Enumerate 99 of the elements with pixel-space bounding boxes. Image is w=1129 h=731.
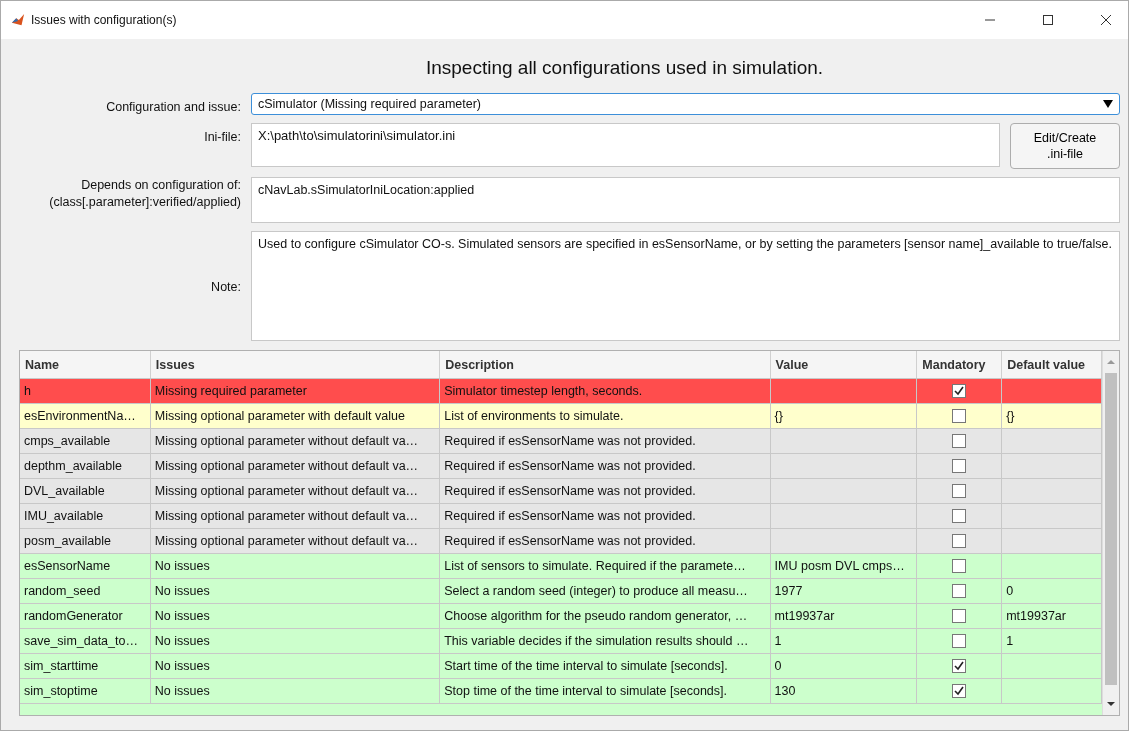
mandatory-checkbox[interactable] (952, 534, 967, 549)
column-header[interactable]: Value (770, 351, 918, 379)
vertical-scrollbar[interactable] (1102, 351, 1119, 716)
mandatory-checkbox[interactable] (952, 434, 967, 449)
table-cell: No issues (150, 554, 441, 579)
table-cell: mt19937ar (774, 609, 835, 624)
note-field[interactable]: Used to configure cSimulator CO-s. Simulated sensors are specified in esSensorName, or by setting the parameters [sensor name]_available to true/false. (251, 231, 1120, 342)
table-row[interactable]: esEnvironmentNa… Missing optional parameter with default value List of environments to simulate. {} {} (20, 404, 1102, 430)
table-row[interactable]: h Missing required parameter Simulator timestep length, seconds. (20, 379, 1102, 405)
mandatory-checkbox[interactable] (952, 384, 967, 399)
table-cell: esEnvironmentNa… (20, 404, 151, 429)
table-cell: mt19937ar (1006, 609, 1066, 624)
mandatory-checkbox[interactable] (952, 484, 967, 499)
app-logo-icon (11, 13, 25, 27)
table-row[interactable]: randomGenerator No issues Choose algorithm for the pseudo random generator, … mt19937ar mt19937ar (20, 604, 1102, 630)
mandatory-checkbox[interactable] (952, 459, 967, 474)
table-cell: IMU_available (20, 504, 151, 529)
column-header[interactable]: Issues (150, 351, 441, 379)
table-cell: cmps_available (20, 429, 151, 454)
table-row[interactable]: cmps_available Missing optional parameter without default va… Required if esSensorName was not provided. (20, 429, 1102, 455)
edit-create-button[interactable]: Edit/Create .ini-file (1010, 123, 1120, 170)
table-cell: Missing optional parameter with default value (150, 404, 441, 429)
table-row[interactable]: sim_starttime No issues Start time of the time interval to simulate [seconds]. 0 (20, 654, 1102, 680)
field-label: Ini-file: (203, 129, 241, 146)
mandatory-checkbox[interactable] (952, 609, 967, 624)
table-cell: random_seed (20, 579, 151, 604)
table-cell: Missing required parameter (150, 379, 441, 404)
table-cell: 1 (774, 634, 782, 649)
table-row[interactable]: sim_stoptime No issues Stop time of the time interval to simulate [seconds]. 130 (20, 679, 1102, 705)
table-cell: save_sim_data_to… (20, 629, 151, 654)
table-cell: Missing optional parameter without default va… (150, 529, 441, 554)
table-cell: Missing optional parameter without default va… (150, 479, 441, 504)
table-cell: Required if esSensorName was not provided. (440, 429, 771, 454)
ini-file-field[interactable]: X:\path\to\simulatorini\simulator.ini (251, 123, 1000, 168)
mandatory-checkbox[interactable] (952, 559, 967, 574)
field-label: Note: (210, 279, 241, 296)
table-cell: Choose algorithm for the pseudo random generator, … (440, 604, 771, 629)
table-cell: No issues (150, 679, 441, 704)
table-cell: Select a random seed (integer) to produce all measu… (440, 579, 771, 604)
table-cell: Start time of the time interval to simulate [seconds]. (440, 654, 771, 679)
table-cell: 1 (1006, 634, 1014, 649)
table-cell: Required if esSensorName was not provided. (440, 479, 771, 504)
table-cell: sim_starttime (20, 654, 151, 679)
table-cell: Missing optional parameter without default va… (150, 429, 441, 454)
table-cell: 130 (774, 684, 796, 699)
maximize-icon[interactable] (1042, 14, 1054, 26)
table-cell: {} (774, 409, 783, 424)
table-row[interactable]: depthm_available Missing optional parameter without default va… Required if esSensorName was not provided. (20, 454, 1102, 480)
table-cell: Stop time of the time interval to simulate [seconds]. (440, 679, 771, 704)
column-header[interactable]: Description (440, 351, 771, 379)
table-cell: No issues (150, 579, 441, 604)
mandatory-checkbox[interactable] (952, 684, 967, 699)
dialog-heading: Inspecting all configurations used in simulation. (424, 56, 825, 80)
table-cell: 0 (1006, 584, 1014, 599)
table-cell: 1977 (774, 584, 803, 599)
table-cell: No issues (150, 654, 441, 679)
table-cell: Simulator timestep length, seconds. (440, 379, 771, 404)
table-cell: sim_stoptime (20, 679, 151, 704)
field-label: Depends on configuration of: (class[.parameter]:verified/applied) (48, 177, 241, 210)
table-row[interactable]: esSensorName No issues List of sensors to simulate. Required if the paramete… IMU posm DVL cmps… (20, 554, 1102, 580)
mandatory-checkbox[interactable] (952, 659, 967, 674)
table-cell: This variable decides if the simulation results should … (440, 629, 771, 654)
mandatory-checkbox[interactable] (952, 409, 967, 424)
column-header[interactable]: Mandatory (917, 351, 1003, 379)
table-cell: h (20, 379, 151, 404)
table-row[interactable]: random_seed No issues Select a random seed (integer) to produce all measu… 1977 0 (20, 579, 1102, 605)
table-row[interactable]: posm_available Missing optional parameter without default va… Required if esSensorName was not provided. (20, 529, 1102, 555)
table-cell: randomGenerator (20, 604, 151, 629)
table-cell: Missing optional parameter without default va… (150, 504, 441, 529)
table-cell: Required if esSensorName was not provided. (440, 454, 771, 479)
close-icon[interactable] (1100, 14, 1112, 26)
table-cell: Missing optional parameter without default va… (150, 454, 441, 479)
mandatory-checkbox[interactable] (952, 509, 967, 524)
table-cell: {} (1006, 409, 1015, 424)
scroll-up-icon[interactable] (1106, 359, 1116, 366)
table-cell: Required if esSensorName was not provided. (440, 529, 771, 554)
scroll-down-icon[interactable] (1106, 701, 1116, 708)
table-cell: List of environments to simulate. (440, 404, 771, 429)
table-cell: depthm_available (20, 454, 151, 479)
dropdown-arrow-icon (1103, 100, 1113, 108)
table-cell: 0 (774, 659, 782, 674)
window-title: Issues with configuration(s) (31, 13, 177, 27)
table-cell: posm_available (20, 529, 151, 554)
table-cell: Required if esSensorName was not provided. (440, 504, 771, 529)
column-header[interactable]: Name (20, 351, 151, 379)
depends-field[interactable]: cNavLab.sSimulatorIniLocation:applied (251, 177, 1120, 224)
mandatory-checkbox[interactable] (952, 634, 967, 649)
field-label: Configuration and issue: (105, 99, 241, 116)
configuration-dropdown[interactable]: cSimulator (Missing required parameter) (251, 93, 1120, 115)
table-row[interactable]: DVL_available Missing optional parameter without default va… Required if esSensorName was not provided. (20, 479, 1102, 505)
table-cell: No issues (150, 629, 441, 654)
table-row[interactable]: save_sim_data_to… No issues This variable decides if the simulation results should … 1 1 (20, 629, 1102, 655)
table-cell: No issues (150, 604, 441, 629)
table-cell: DVL_available (20, 479, 151, 504)
mandatory-checkbox[interactable] (952, 584, 967, 599)
table-cell: IMU posm DVL cmps… (774, 559, 905, 574)
table-cell: esSensorName (20, 554, 151, 579)
table-row[interactable]: IMU_available Missing optional parameter without default va… Required if esSensorName was not provided. (20, 504, 1102, 530)
table-cell: List of sensors to simulate. Required if the paramete… (440, 554, 771, 579)
